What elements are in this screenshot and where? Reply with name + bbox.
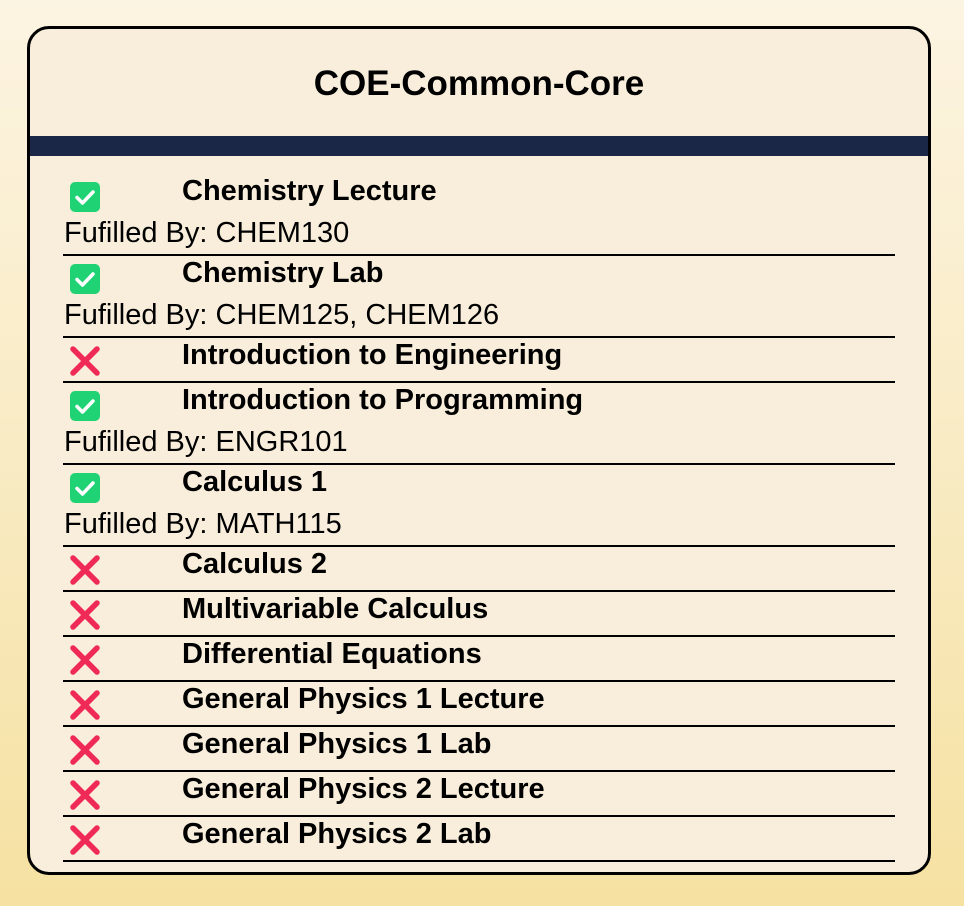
requirement-name: Introduction to Programming	[182, 384, 584, 416]
requirement-name: Introduction to Engineering	[182, 339, 563, 371]
check-icon	[69, 263, 101, 295]
cross-icon	[69, 554, 101, 586]
requirement-item: Calculus 1 Fufilled By: MATH115	[63, 465, 895, 547]
requirements-card: COE-Common-Core Chemistry Lecture Fufille…	[27, 26, 931, 875]
requirement-item: Multivariable Calculus	[63, 592, 895, 637]
requirement-name: General Physics 2 Lab	[182, 818, 492, 850]
fulfilled-by-text: Fufilled By: CHEM125, CHEM126	[64, 299, 500, 331]
requirement-item: Chemistry Lecture Fufilled By: CHEM130	[63, 174, 895, 256]
requirement-name: Chemistry Lecture	[182, 175, 437, 207]
requirement-item: General Physics 2 Lecture	[63, 772, 895, 817]
cross-icon	[69, 824, 101, 856]
requirement-item: Calculus 2	[63, 547, 895, 592]
requirements-list: Chemistry Lecture Fufilled By: CHEM130 Che…	[30, 156, 928, 862]
cross-icon	[69, 734, 101, 766]
requirement-item: Chemistry Lab Fufilled By: CHEM125, CHEM1…	[63, 256, 895, 338]
header-divider-bar	[30, 136, 928, 156]
cross-icon	[69, 644, 101, 676]
card-title: COE-Common-Core	[313, 63, 645, 103]
requirement-name: Calculus 2	[182, 548, 328, 580]
requirement-name: Differential Equations	[182, 638, 482, 670]
requirement-name: General Physics 2 Lecture	[182, 773, 545, 805]
requirement-item: General Physics 2 Lab	[63, 817, 895, 862]
requirement-item: Differential Equations	[63, 637, 895, 682]
requirement-name: Multivariable Calculus	[182, 593, 489, 625]
cross-icon	[69, 689, 101, 721]
requirement-item: General Physics 1 Lecture	[63, 682, 895, 727]
requirement-name: General Physics 1 Lecture	[182, 683, 545, 715]
card-header: COE-Common-Core	[30, 29, 928, 136]
check-icon	[69, 472, 101, 504]
check-icon	[69, 390, 101, 422]
requirement-item: General Physics 1 Lab	[63, 727, 895, 772]
cross-icon	[69, 779, 101, 811]
fulfilled-by-text: Fufilled By: CHEM130	[64, 217, 350, 249]
requirement-name: Chemistry Lab	[182, 257, 384, 289]
check-icon	[69, 181, 101, 213]
cross-icon	[69, 345, 101, 377]
requirement-item: Introduction to Programming Fufilled By: …	[63, 383, 895, 465]
cross-icon	[69, 599, 101, 631]
fulfilled-by-text: Fufilled By: ENGR101	[64, 426, 348, 458]
requirement-name: Calculus 1	[182, 466, 328, 498]
requirement-item: Introduction to Engineering	[63, 338, 895, 383]
requirement-name: General Physics 1 Lab	[182, 728, 492, 760]
fulfilled-by-text: Fufilled By: MATH115	[64, 508, 342, 540]
